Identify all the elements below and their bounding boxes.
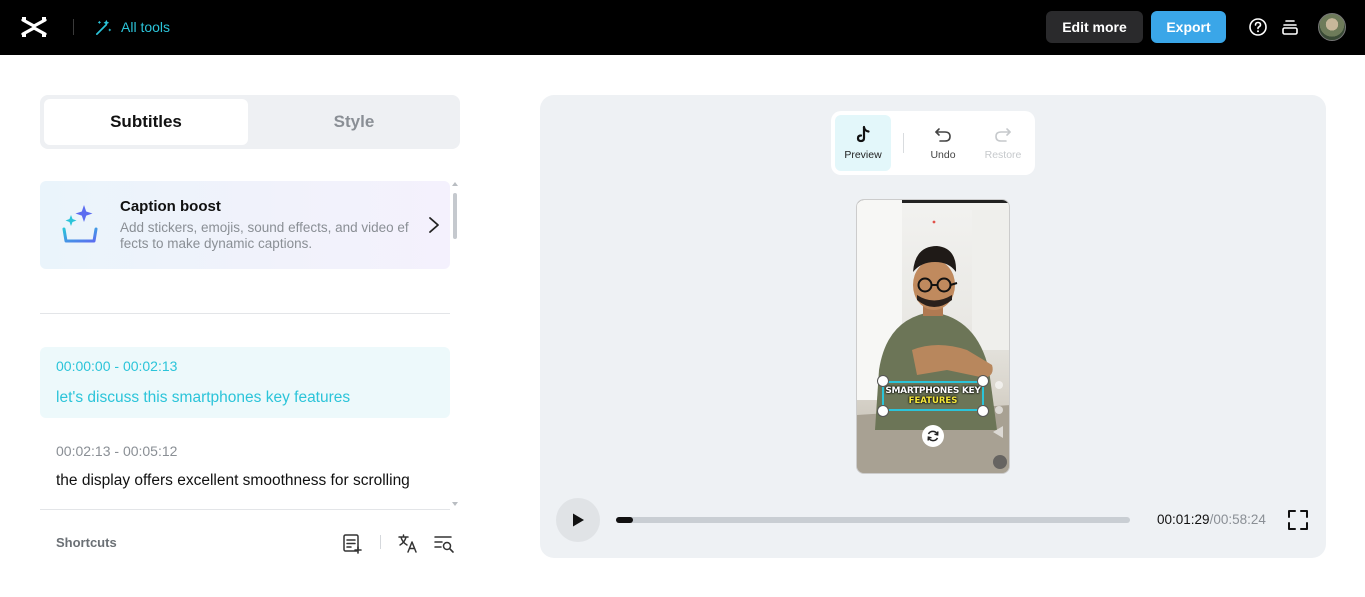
chevron-right-icon — [426, 215, 442, 235]
duration: /00:58:24 — [1210, 512, 1266, 527]
divider — [40, 313, 450, 314]
scrollbar-thumb[interactable] — [453, 193, 457, 239]
top-bar: All tools Edit more Export — [0, 0, 1365, 55]
preview-toolbox: Preview Undo Restore — [831, 111, 1035, 175]
caption-boost-description: Add stickers, emojis, sound effects, and… — [120, 220, 412, 252]
toolbox-divider — [903, 133, 904, 153]
scroll-down-arrow[interactable] — [452, 502, 458, 506]
resize-handle-top-left[interactable] — [877, 375, 889, 387]
export-button[interactable]: Export — [1151, 11, 1226, 43]
restore-button[interactable]: Restore — [975, 115, 1031, 171]
resize-handle-top-right[interactable] — [977, 375, 989, 387]
caption-boost-title: Caption boost — [120, 198, 221, 215]
footer-divider — [40, 509, 450, 510]
segment-text[interactable]: the display offers excellent smoothness … — [56, 471, 436, 491]
avatar[interactable] — [1318, 13, 1346, 41]
translate-icon[interactable] — [397, 532, 419, 554]
rotate-handle[interactable] — [922, 425, 944, 447]
panel-tabs: Subtitles Style — [40, 95, 460, 149]
all-tools-link[interactable]: All tools — [94, 16, 170, 38]
stack-menu-icon[interactable] — [1280, 17, 1300, 37]
subtitle-segment[interactable]: 00:02:13 - 00:05:12 the display offers e… — [40, 430, 450, 510]
all-tools-label: All tools — [121, 19, 170, 35]
current-time: 00:01:29 — [1157, 512, 1210, 527]
caption-boost-card[interactable]: Caption boost Add stickers, emojis, soun… — [40, 181, 450, 269]
play-icon — [570, 512, 586, 528]
resize-handle-bottom-right[interactable] — [977, 405, 989, 417]
progress-fill — [616, 517, 633, 523]
segment-time: 00:02:13 - 00:05:12 — [56, 443, 177, 459]
undo-button[interactable]: Undo — [915, 115, 971, 171]
footer-icon-separator — [380, 535, 381, 549]
edit-more-button[interactable]: Edit more — [1046, 11, 1143, 43]
preview-button[interactable]: Preview — [835, 115, 891, 171]
undo-icon — [933, 125, 953, 145]
time-readout: 00:01:29/00:58:24 — [1157, 512, 1266, 527]
search-text-icon[interactable] — [433, 532, 455, 554]
shortcuts-label[interactable]: Shortcuts — [56, 535, 117, 550]
fullscreen-icon[interactable] — [1287, 509, 1309, 531]
tab-style[interactable]: Style — [252, 99, 456, 145]
video-caption-line-2: FEATURES — [884, 396, 982, 406]
resize-handle-bottom-left[interactable] — [877, 405, 889, 417]
sparkle-tray-icon — [60, 203, 100, 245]
subtitle-segment[interactable]: 00:00:00 - 00:02:13 let's discuss this s… — [40, 347, 450, 418]
tab-subtitles[interactable]: Subtitles — [44, 99, 248, 145]
help-icon[interactable] — [1248, 17, 1268, 37]
redo-icon — [993, 125, 1013, 145]
magic-wand-icon — [94, 18, 113, 37]
segment-time: 00:00:00 - 00:02:13 — [56, 358, 177, 374]
playback-progress-bar[interactable] — [616, 517, 1130, 523]
undo-label: Undo — [930, 149, 955, 161]
tiktok-icon — [853, 125, 873, 145]
play-button[interactable] — [556, 498, 600, 542]
top-divider — [73, 19, 74, 35]
segment-text[interactable]: let's discuss this smartphones key featu… — [56, 388, 436, 408]
capcut-logo-icon[interactable] — [20, 14, 48, 40]
video-caption-line-1: SMARTPHONES KEY — [884, 386, 982, 396]
add-subtitle-icon[interactable] — [341, 532, 363, 554]
rotate-icon — [926, 429, 940, 443]
preview-label: Preview — [844, 149, 881, 161]
restore-label: Restore — [985, 149, 1022, 161]
scroll-up-arrow[interactable] — [452, 182, 458, 186]
